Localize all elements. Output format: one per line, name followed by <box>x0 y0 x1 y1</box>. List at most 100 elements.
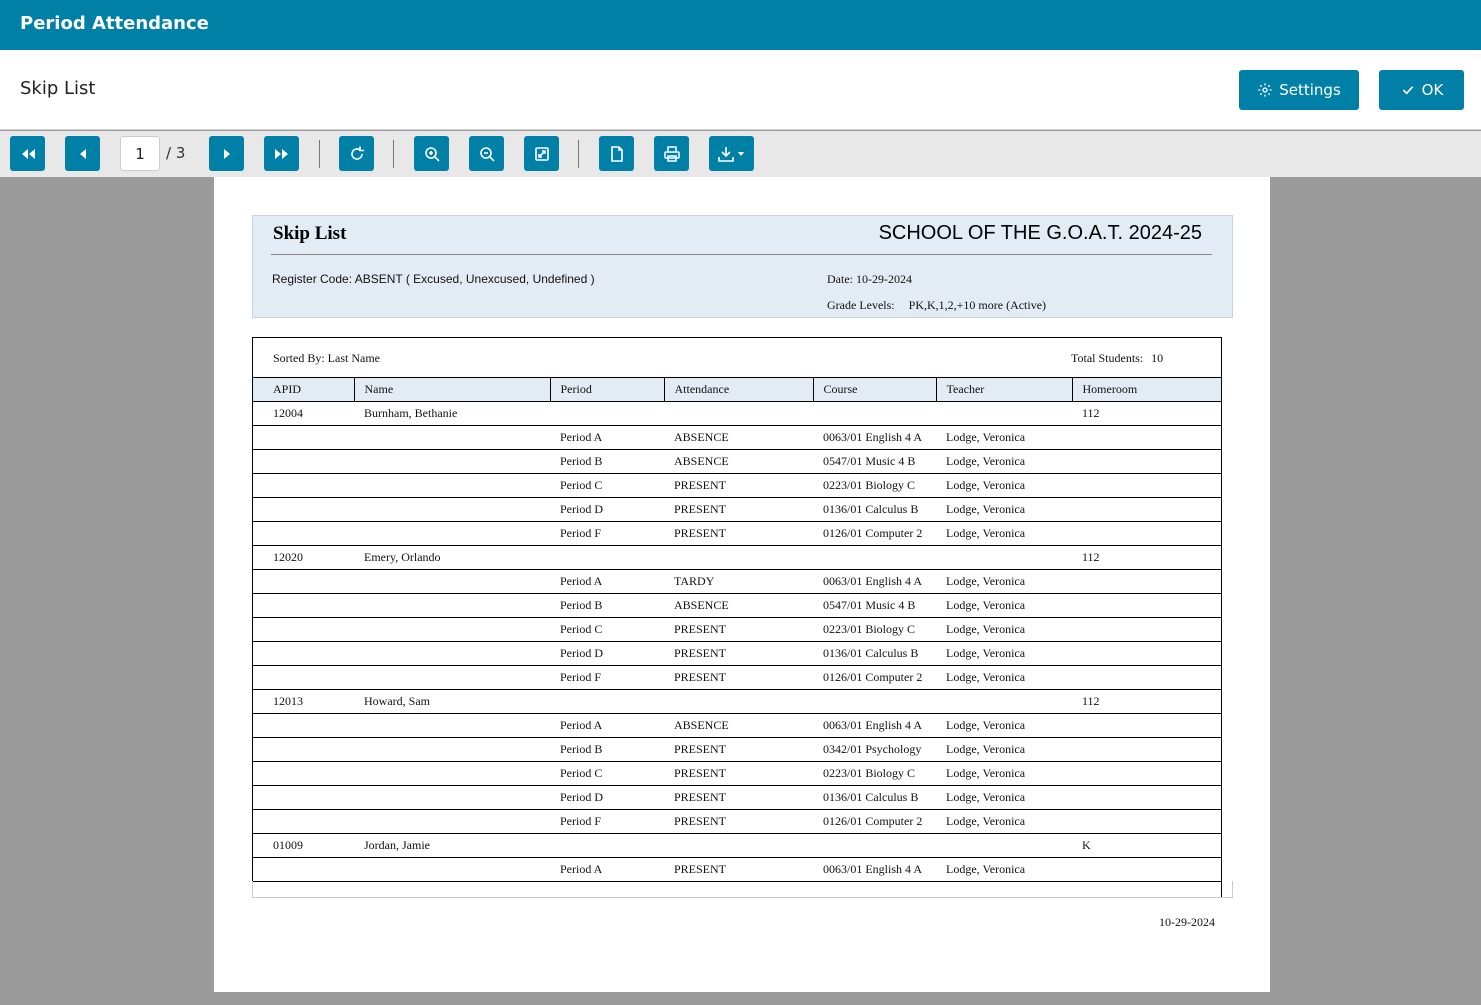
table-cell: Burnham, Bethanie <box>354 401 550 426</box>
skip-list-table: APID Name Period Attendance Course Teach… <box>253 377 1221 882</box>
footer-date: 10-29-2024 <box>1159 915 1215 929</box>
grade-levels-value: PK,K,1,2,+10 more (Active) <box>908 298 1047 312</box>
table-cell: Period C <box>550 761 664 786</box>
table-cell: Period A <box>550 425 664 450</box>
table-cell <box>253 857 354 882</box>
settings-button[interactable]: Settings <box>1239 70 1359 110</box>
table-cell <box>253 713 354 738</box>
table-cell <box>253 521 354 546</box>
table-cell <box>550 545 664 570</box>
table-cell: Period A <box>550 569 664 594</box>
last-page-icon <box>274 148 288 159</box>
document-button[interactable] <box>599 136 634 171</box>
table-cell <box>1072 521 1221 546</box>
table-cell: 12004 <box>253 401 354 426</box>
column-header: APID <box>253 377 354 402</box>
table-cell <box>813 545 936 570</box>
zoom-out-button[interactable] <box>469 136 504 171</box>
grade-levels-label: Grade Levels: <box>827 298 895 312</box>
settings-label: Settings <box>1279 81 1341 99</box>
table-cell: 0342/01 Psychology <box>813 737 936 762</box>
table-row: Period B PRESENT 0342/01 Psychology Lodge, … <box>253 737 1221 762</box>
table-row: Period F PRESENT 0126/01 Computer 2 Lodge, … <box>253 665 1221 690</box>
refresh-button[interactable] <box>339 136 374 171</box>
table-row: 12013 Howard, Sam 112 <box>253 689 1221 714</box>
table-cell <box>354 449 550 474</box>
table-cell: ABSENCE <box>664 425 813 450</box>
table-cell: Lodge, Veronica <box>936 737 1072 762</box>
table-cell: Jordan, Jamie <box>354 833 550 858</box>
report-date: Date: 10-29-2024 <box>827 272 912 286</box>
table-cell <box>813 689 936 714</box>
check-icon <box>1402 86 1413 95</box>
download-dropdown-button[interactable] <box>709 136 754 171</box>
table-cell: Howard, Sam <box>354 689 550 714</box>
app-titlebar: Period Attendance <box>0 0 1481 50</box>
prev-page-button[interactable] <box>65 136 100 171</box>
table-cell <box>813 833 936 858</box>
table-cell <box>253 809 354 834</box>
table-cell <box>354 425 550 450</box>
refresh-icon <box>350 145 364 160</box>
report-header: Skip List SCHOOL OF THE G.O.A.T. 2024-25… <box>252 215 1233 318</box>
page-number-input[interactable] <box>120 136 160 171</box>
table-row: Period A ABSENCE 0063/01 English 4 A Lodge,… <box>253 425 1221 450</box>
header-rule <box>271 254 1212 255</box>
fit-page-button[interactable] <box>524 136 559 171</box>
table-cell: Lodge, Veronica <box>936 593 1072 618</box>
last-page-button[interactable] <box>264 136 299 171</box>
column-header: Attendance <box>663 377 813 402</box>
table-cell <box>664 689 813 714</box>
table-cell <box>1072 617 1221 642</box>
table-cell: 0126/01 Computer 2 <box>813 521 936 546</box>
table-cell <box>664 401 813 426</box>
table-cell: Lodge, Veronica <box>936 425 1072 450</box>
table-cell <box>253 737 354 762</box>
column-header: Name <box>353 377 550 402</box>
toolbar-divider <box>578 140 579 168</box>
table-cell: Period B <box>550 737 664 762</box>
table-cell: TARDY <box>664 569 813 594</box>
table-cell <box>354 593 550 618</box>
zoom-in-icon <box>424 146 440 162</box>
next-page-icon <box>223 148 230 159</box>
table-cell: 0063/01 English 4 A <box>813 569 936 594</box>
first-page-icon <box>21 148 35 159</box>
table-cell: 112 <box>1072 689 1221 714</box>
table-cell: 0063/01 English 4 A <box>813 425 936 450</box>
table-cell: Lodge, Veronica <box>936 497 1072 522</box>
table-cell: Lodge, Veronica <box>936 665 1072 690</box>
table-cell: Lodge, Veronica <box>936 785 1072 810</box>
table-cell: 01009 <box>253 833 354 858</box>
table-cell: ABSENCE <box>664 593 813 618</box>
table-cell <box>813 401 936 426</box>
zoom-in-button[interactable] <box>414 136 449 171</box>
table-cell: Lodge, Veronica <box>936 473 1072 498</box>
table-row: 01009 Jordan, Jamie K <box>253 833 1221 858</box>
next-page-button[interactable] <box>209 136 244 171</box>
ok-button[interactable]: OK <box>1379 70 1464 110</box>
table-cell: Emery, Orlando <box>354 545 550 570</box>
subheader: Skip List Settings OK <box>0 50 1481 130</box>
print-button[interactable] <box>654 136 689 171</box>
table-row: Period F PRESENT 0126/01 Computer 2 Lodge, … <box>253 809 1221 834</box>
table-cell: PRESENT <box>664 761 813 786</box>
first-page-button[interactable] <box>10 136 45 171</box>
table-cell: 0126/01 Computer 2 <box>813 665 936 690</box>
table-row: Period D PRESENT 0136/01 Calculus B Lodge, … <box>253 785 1221 810</box>
table-cell: PRESENT <box>664 617 813 642</box>
column-header: Course <box>812 377 936 402</box>
sorted-by: Sorted By: Last Name <box>273 351 380 365</box>
table-cell <box>936 689 1072 714</box>
table-cell <box>354 617 550 642</box>
table-cell: ABSENCE <box>664 713 813 738</box>
toolbar-divider <box>319 140 320 168</box>
table-cell: Lodge, Veronica <box>936 521 1072 546</box>
report-title: Skip List <box>273 223 347 244</box>
table-row: Period B ABSENCE 0547/01 Music 4 B Lodge, V… <box>253 449 1221 474</box>
table-cell <box>253 569 354 594</box>
table-cell: PRESENT <box>664 809 813 834</box>
table-cell: Lodge, Veronica <box>936 617 1072 642</box>
table-cell <box>253 473 354 498</box>
table-row: Period D PRESENT 0136/01 Calculus B Lodge, … <box>253 641 1221 666</box>
